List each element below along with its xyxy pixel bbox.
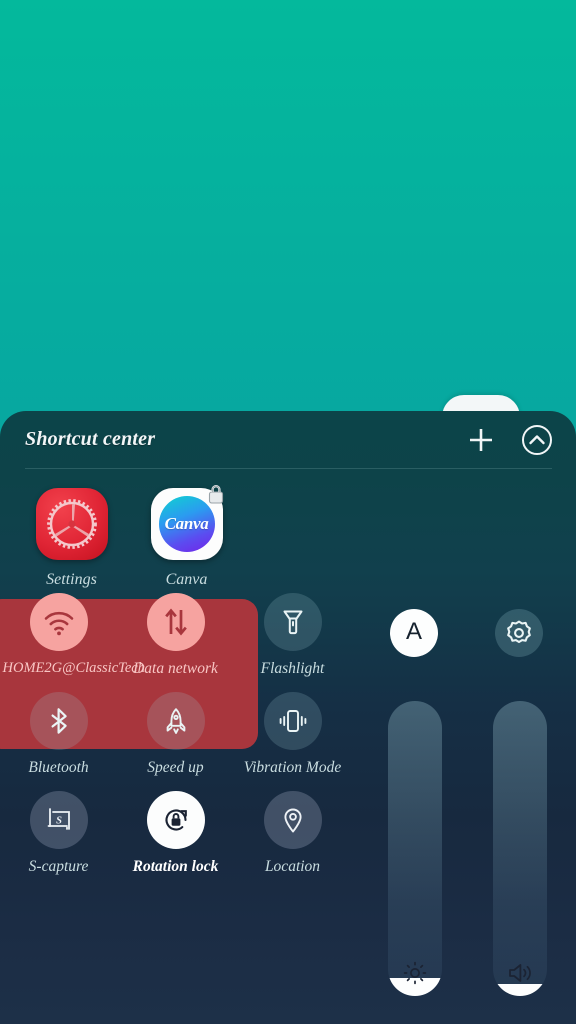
auto-brightness-letter: A	[405, 618, 422, 645]
toggle-label: Bluetooth	[28, 758, 89, 776]
toggle-label: Rotation lock	[132, 857, 219, 875]
svg-text:S: S	[56, 815, 62, 826]
toggle-icon-circle: S	[29, 790, 88, 849]
toggle-icon-circle	[29, 593, 88, 651]
app-shortcut-canva[interactable]: Canva Canva	[129, 485, 244, 589]
volume-speaker-icon	[509, 964, 531, 982]
page-title: Shortcut center	[25, 428, 156, 450]
toggle-location[interactable]: Location	[234, 790, 351, 877]
toggle-label: Data network	[133, 660, 218, 677]
sliders	[372, 701, 547, 996]
data-transfer-arrows-icon	[164, 608, 187, 636]
auto-brightness-toggle[interactable]: A	[390, 609, 438, 657]
location-pin-icon	[283, 808, 302, 833]
toggle-vibration-mode[interactable]: Vibration Mode	[234, 691, 351, 778]
bluetooth-icon	[51, 708, 67, 734]
app-shortcut-row: Settings Canva Canva	[14, 468, 576, 589]
quick-settings-button[interactable]	[495, 609, 543, 657]
header-actions	[464, 411, 554, 468]
toggle-icon-circle	[146, 691, 205, 750]
brightness-slider[interactable]	[388, 701, 442, 996]
header-divider	[25, 468, 552, 469]
volume-slider[interactable]	[493, 701, 547, 996]
toggle-icon-circle	[146, 593, 205, 651]
shortcut-center-panel: Shortcut center Settings Canva Canva HOM…	[0, 411, 576, 1024]
toggle-speed-up[interactable]: Speed up	[117, 691, 234, 778]
toggle-row: Bluetooth Speed up Vibration Mode	[0, 691, 362, 778]
toggle-icon-circle	[263, 691, 322, 750]
vibration-icon	[279, 709, 306, 732]
toggle-rotation-lock[interactable]: Rotation lock	[117, 790, 234, 877]
add-shortcut-button[interactable]	[464, 423, 498, 457]
toggle-label: HOME2G@ClassicTech	[2, 660, 146, 676]
toggle-icon-circle	[263, 790, 322, 849]
chevron-up-circle-icon	[522, 424, 552, 455]
settings-gear-app-icon	[35, 488, 108, 560]
app-shortcut-label: Canva	[165, 571, 208, 588]
toggle-icon-circle	[29, 691, 88, 750]
toggle-grid: HOME2G@ClassicTech Data network Flashlig…	[0, 593, 362, 877]
toggle-wifi[interactable]: HOME2G@ClassicTech	[0, 593, 146, 679]
app-shortcut-label: Settings	[46, 571, 97, 588]
toggle-label: Speed up	[147, 758, 204, 776]
toggle-icon-circle	[263, 593, 322, 651]
rotation-lock-icon	[164, 809, 187, 831]
collapse-panel-button[interactable]	[520, 423, 554, 457]
toggle-row: S S-capture Rotation lock Location	[0, 790, 362, 877]
gear-icon	[507, 620, 531, 644]
right-top-buttons: A	[372, 609, 576, 657]
app-icon-wrapper: Canva	[150, 485, 223, 560]
toggle-flashlight[interactable]: Flashlight	[234, 593, 351, 679]
toggle-label: Vibration Mode	[243, 758, 342, 776]
toggle-label: Flashlight	[260, 660, 325, 677]
volume-slider-fill	[493, 984, 547, 996]
rocket-icon	[166, 708, 185, 734]
toggle-label: S-capture	[28, 857, 89, 875]
canva-wordmark: Canva	[164, 514, 209, 533]
gear-icon	[46, 499, 97, 549]
flashlight-icon	[283, 610, 302, 635]
right-controls: A	[372, 593, 576, 1008]
toggle-s-capture[interactable]: S S-capture	[0, 790, 117, 877]
app-icon-wrapper	[35, 488, 108, 560]
panel-header: Shortcut center	[0, 411, 576, 469]
brightness-slider-fill	[388, 978, 442, 996]
toggle-row: HOME2G@ClassicTech Data network Flashlig…	[0, 593, 362, 679]
screen-capture-icon: S	[47, 807, 70, 830]
app-shortcut-settings[interactable]: Settings	[14, 488, 129, 589]
lock-icon	[208, 485, 223, 504]
toggle-bluetooth[interactable]: Bluetooth	[0, 691, 117, 778]
toggle-icon-circle	[146, 790, 205, 849]
toggle-data-network[interactable]: Data network	[117, 593, 234, 679]
lock-badge	[203, 481, 229, 507]
toggle-label: Location	[264, 857, 321, 875]
controls-area: HOME2G@ClassicTech Data network Flashlig…	[0, 593, 576, 1008]
wifi-icon	[44, 611, 73, 636]
plus-icon	[470, 428, 492, 451]
